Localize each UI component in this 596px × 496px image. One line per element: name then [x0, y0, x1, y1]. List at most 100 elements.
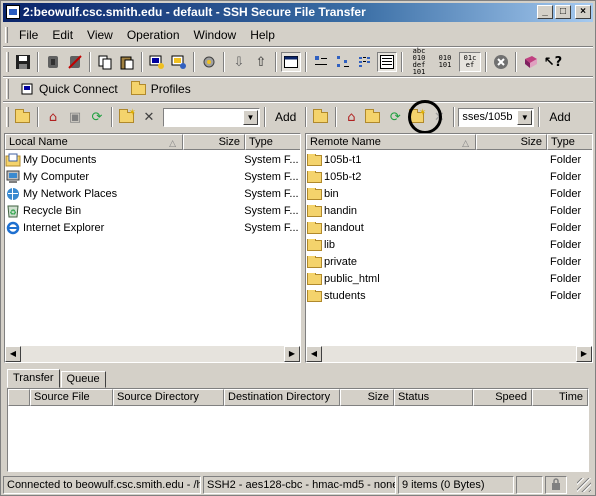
list-item[interactable]: 105b-t2 Folder — [306, 168, 592, 185]
list-item[interactable]: handin Folder — [306, 202, 592, 219]
transfer-col-destination-directory[interactable]: Destination Directory — [224, 389, 340, 406]
app-icon[interactable] — [6, 5, 20, 19]
local-type-column[interactable]: Type — [245, 134, 300, 150]
remote-name-column[interactable]: Remote Name △ — [306, 134, 476, 150]
local-parent-folder-icon[interactable]: ▣ — [65, 107, 85, 127]
transfer-col-icon[interactable] — [8, 389, 30, 406]
menu-view[interactable]: View — [80, 25, 120, 45]
ascii-mode-icon[interactable]: abc 010 def 101 — [407, 48, 431, 76]
minimize-button[interactable]: _ — [537, 5, 553, 19]
auto-mode-icon[interactable]: 01c ef — [459, 52, 481, 72]
remote-size-column[interactable]: Size — [476, 134, 547, 150]
profiles-button[interactable]: Profiles — [124, 79, 197, 99]
menu-edit[interactable]: Edit — [45, 25, 80, 45]
list-item[interactable]: bin Folder — [306, 185, 592, 202]
chevron-down-icon[interactable]: ▼ — [517, 109, 533, 125]
file-pane-toolbar: ⌂ ▣ ⟳ ✶ ✕ ▼ Add ⌂ ⟳ ✶ ✕ sses/105b ▼ Add — [3, 104, 593, 130]
list-item[interactable]: Internet Explorer System F... — [5, 219, 300, 236]
paste-icon[interactable] — [117, 52, 137, 72]
scroll-right-icon[interactable]: ▶ — [576, 346, 592, 362]
transfer-col-time[interactable]: Time — [532, 389, 588, 406]
quick-connect-button[interactable]: Quick Connect — [12, 79, 124, 99]
transfer-col-size[interactable]: Size — [340, 389, 394, 406]
binary-mode-icon[interactable]: 010 101 — [433, 52, 457, 72]
menu-window[interactable]: Window — [187, 25, 244, 45]
scroll-track[interactable] — [21, 346, 284, 362]
tab-queue[interactable]: Queue — [60, 371, 106, 388]
remote-file-pane[interactable]: Remote Name △ Size Type 105b-t1 Folder 105… — [305, 133, 593, 363]
chevron-down-icon[interactable]: ▼ — [243, 109, 258, 125]
remote-up-folder-icon[interactable] — [311, 107, 331, 127]
transfer-col-source-directory[interactable]: Source Directory — [113, 389, 224, 406]
remote-horizontal-scrollbar[interactable]: ◀ ▶ — [306, 346, 592, 362]
local-file-pane[interactable]: Local Name △ Size Type My Documents Syste… — [4, 133, 301, 363]
disconnect-icon[interactable] — [65, 52, 85, 72]
resize-grip-icon[interactable] — [577, 478, 591, 492]
list-item[interactable]: My Documents System F... — [5, 151, 300, 168]
title-bar[interactable]: 2:beowulf.csc.smith.edu - default - SSH … — [3, 3, 593, 22]
settings-icon[interactable] — [199, 52, 219, 72]
menu-operation[interactable]: Operation — [120, 25, 187, 45]
close-button[interactable]: × — [575, 5, 591, 19]
list-item[interactable]: students Folder — [306, 287, 592, 304]
new-terminal-icon[interactable] — [147, 52, 167, 72]
remote-path-combo[interactable]: sses/105b ▼ — [458, 107, 535, 127]
tab-transfer[interactable]: Transfer — [7, 369, 60, 388]
remote-add-button[interactable]: Add — [543, 107, 576, 127]
remote-refresh-icon[interactable]: ⟳ — [385, 107, 405, 127]
local-name-column[interactable]: Local Name △ — [5, 134, 183, 150]
copy-icon[interactable] — [95, 52, 115, 72]
local-delete-icon[interactable]: ✕ — [139, 107, 159, 127]
remote-type-column[interactable]: Type — [547, 134, 592, 150]
transfer-col-status[interactable]: Status — [394, 389, 473, 406]
local-home-icon[interactable]: ⌂ — [43, 107, 63, 127]
list-item[interactable]: public_html Folder — [306, 270, 592, 287]
remote-parent-folder-icon[interactable] — [363, 107, 383, 127]
stop-icon[interactable] — [491, 52, 511, 72]
menu-help[interactable]: Help — [243, 25, 282, 45]
list-view-icon[interactable] — [355, 52, 375, 72]
scroll-left-icon[interactable]: ◀ — [5, 346, 21, 362]
list-item[interactable]: lib Folder — [306, 236, 592, 253]
maximize-button[interactable]: □ — [555, 5, 571, 19]
local-horizontal-scrollbar[interactable]: ◀ ▶ — [5, 346, 300, 362]
small-icons-icon[interactable] — [333, 52, 353, 72]
toolbar-grip[interactable] — [6, 107, 9, 127]
list-item[interactable]: private Folder — [306, 253, 592, 270]
scroll-left-icon[interactable]: ◀ — [306, 346, 322, 362]
menu-grip[interactable] — [5, 27, 8, 43]
help-book-icon[interactable] — [521, 52, 541, 72]
transfer-list[interactable]: Source File Source Directory Destination… — [7, 388, 589, 472]
list-item[interactable]: My Network Places System F... — [5, 185, 300, 202]
large-icons-icon[interactable] — [311, 52, 331, 72]
local-new-folder-icon[interactable]: ✶ — [117, 107, 137, 127]
scroll-track[interactable] — [322, 346, 576, 362]
local-refresh-icon[interactable]: ⟳ — [87, 107, 107, 127]
local-header: Local Name △ Size Type — [5, 134, 300, 150]
transfer-col-source-file[interactable]: Source File — [30, 389, 113, 406]
local-add-button[interactable]: Add — [269, 107, 302, 127]
list-item[interactable]: handout Folder — [306, 219, 592, 236]
toolbar-separator — [335, 107, 338, 127]
toggle-pane-icon[interactable] — [281, 52, 301, 72]
connect-icon[interactable] — [43, 52, 63, 72]
status-connection: Connected to beowulf.csc.smith.edu - /h — [3, 476, 201, 494]
local-up-folder-icon[interactable] — [13, 107, 33, 127]
transfer-col-speed[interactable]: Speed — [473, 389, 532, 406]
local-path-combo[interactable]: ▼ — [163, 107, 260, 127]
list-item[interactable]: My Computer System F... — [5, 168, 300, 185]
remote-home-icon[interactable]: ⌂ — [341, 107, 361, 127]
details-view-icon[interactable] — [377, 52, 397, 72]
list-item[interactable]: ♻ Recycle Bin System F... — [5, 202, 300, 219]
list-item[interactable]: 105b-t1 Folder — [306, 151, 592, 168]
scroll-right-icon[interactable]: ▶ — [284, 346, 300, 362]
menu-file[interactable]: File — [12, 25, 45, 45]
local-size-column[interactable]: Size — [183, 134, 245, 150]
toolbar-grip[interactable] — [6, 52, 9, 72]
upload-arrow-icon[interactable]: ⇧ — [251, 52, 271, 72]
new-file-transfer-icon[interactable] — [169, 52, 189, 72]
toolbar-grip[interactable] — [6, 79, 9, 99]
whats-this-help-icon[interactable]: ↖? — [543, 52, 563, 72]
download-arrow-icon[interactable]: ⇩ — [229, 52, 249, 72]
save-icon[interactable] — [13, 52, 33, 72]
